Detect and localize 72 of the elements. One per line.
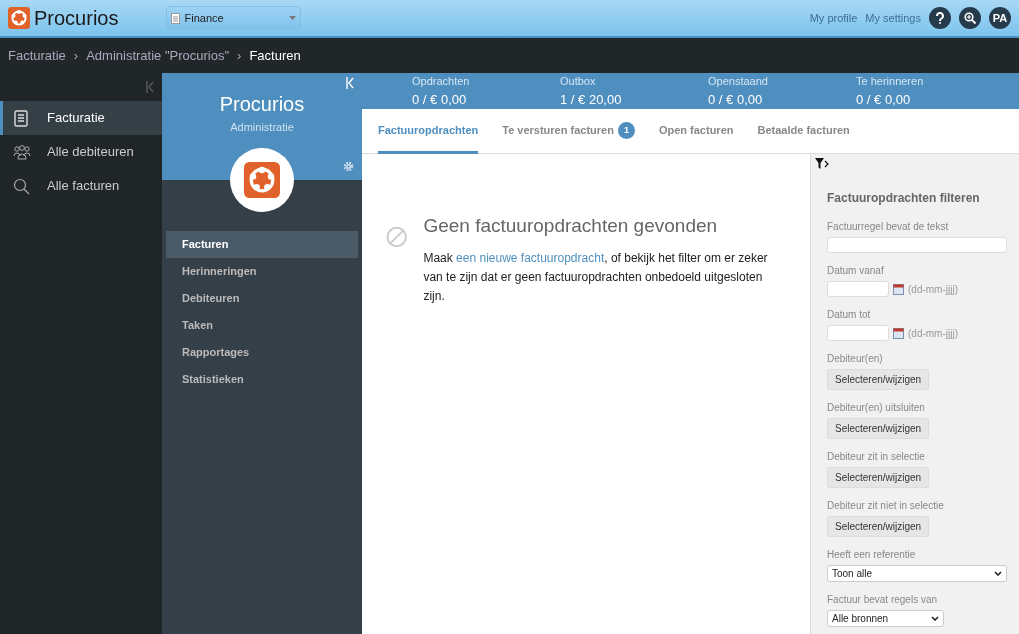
count-badge: 1 bbox=[617, 121, 635, 139]
calendar-icon[interactable] bbox=[893, 327, 904, 339]
select-field[interactable]: Toon alle bbox=[827, 565, 1007, 582]
tab[interactable]: Te versturen facturen 1 bbox=[502, 109, 635, 154]
field-label: Factuur bevat regels van bbox=[827, 593, 939, 607]
select-button[interactable]: Selecteren/wijzigen bbox=[827, 516, 930, 537]
help-button[interactable] bbox=[929, 7, 951, 29]
document-icon bbox=[13, 109, 31, 127]
avatar-button[interactable]: PA bbox=[989, 7, 1011, 29]
help-icon bbox=[935, 12, 945, 24]
stat-label: Te herinneren bbox=[856, 74, 925, 89]
select-field[interactable]: Alle bronnen bbox=[827, 610, 944, 627]
panel-nav-item[interactable]: Rapportages bbox=[166, 339, 358, 366]
tab[interactable]: Betaalde facturen bbox=[757, 109, 850, 154]
field-label: Heeft een referentie bbox=[827, 548, 917, 562]
breadcrumb-link[interactable]: Administratie "Procurios" bbox=[86, 45, 230, 66]
caret-icon bbox=[289, 16, 297, 20]
search-icon bbox=[13, 177, 31, 195]
sidebar-item[interactable]: Alle debiteuren bbox=[0, 135, 162, 169]
filter-title: Factuuropdrachten filteren bbox=[827, 190, 981, 207]
sidebar-item[interactable]: Alle facturen bbox=[0, 169, 162, 203]
tab[interactable]: Factuuropdrachten bbox=[378, 109, 479, 154]
breadcrumb-current: Facturen bbox=[249, 46, 301, 65]
stat-value: 0 / € 0,00 bbox=[856, 90, 912, 109]
stat-label: Opdrachten bbox=[412, 74, 471, 89]
field-label: Debiteur(en) uitsluiten bbox=[827, 401, 926, 415]
stat-value: 0 / € 0,00 bbox=[708, 90, 764, 109]
calendar-icon[interactable] bbox=[893, 283, 904, 295]
sidebar-item[interactable]: Facturatie bbox=[0, 101, 162, 135]
collapse-icon[interactable] bbox=[146, 81, 154, 93]
date-format-hint: (dd-mm-jjjj) bbox=[908, 282, 958, 297]
text-field[interactable] bbox=[827, 237, 1007, 253]
date-field[interactable] bbox=[827, 325, 889, 341]
select-button[interactable]: Selecteren/wijzigen bbox=[827, 467, 930, 488]
select-button[interactable]: Selecteren/wijzigen bbox=[827, 418, 930, 439]
panel-nav-item[interactable]: Herinneringen bbox=[166, 258, 358, 285]
people-icon bbox=[13, 143, 31, 161]
field-label: Debiteur zit in selectie bbox=[827, 450, 926, 464]
field-label: Datum tot bbox=[827, 308, 872, 322]
field-label: Debiteur(en) bbox=[827, 352, 884, 366]
stat-value: 1 / € 20,00 bbox=[560, 90, 623, 109]
empty-title: Geen factuuropdrachten gevonden bbox=[423, 214, 719, 238]
filter-collapse-icon[interactable] bbox=[815, 158, 829, 170]
brand-name: Procurios bbox=[34, 6, 119, 31]
logo-icon bbox=[244, 162, 280, 198]
empty-message: Maak een nieuwe factuuropdracht, of bekijk het filter om er zeker van te zijn dat er geen factuuropdrachten onbedoeld uitgesloten zijn. bbox=[423, 249, 769, 305]
date-field[interactable] bbox=[827, 281, 889, 297]
field-label: Debiteur zit niet in selectie bbox=[827, 499, 945, 513]
logo-icon bbox=[8, 7, 30, 29]
tab[interactable]: Open facturen bbox=[658, 109, 734, 154]
panel-nav-item[interactable]: Facturen bbox=[166, 231, 358, 258]
stat-value: 0 / € 0,00 bbox=[412, 90, 468, 109]
workspace-dropdown[interactable]: Finance bbox=[166, 6, 302, 30]
panel-subtitle: Administratie bbox=[230, 120, 294, 135]
select-button[interactable]: Selecteren/wijzigen bbox=[827, 369, 930, 390]
breadcrumb-separator: › bbox=[73, 46, 79, 65]
panel-nav-item[interactable]: Statistieken bbox=[166, 366, 358, 393]
zoom-icon bbox=[964, 12, 976, 24]
field-label: Factuurregel bevat de tekst bbox=[827, 220, 950, 234]
panel-title: Procurios bbox=[219, 92, 305, 117]
date-format-hint: (dd-mm-jjjj) bbox=[908, 326, 958, 341]
stat-label: Outbox bbox=[560, 74, 597, 89]
stat-label: Openstaand bbox=[708, 74, 769, 89]
breadcrumb-link[interactable]: Facturatie bbox=[8, 45, 66, 66]
panel-nav-item[interactable]: Taken bbox=[166, 312, 358, 339]
chevron-icon bbox=[994, 571, 1002, 576]
zoom-button[interactable] bbox=[959, 7, 981, 29]
panel-nav-item[interactable]: Debiteuren bbox=[166, 285, 358, 312]
breadcrumb-separator: › bbox=[237, 46, 242, 65]
chevron-icon bbox=[931, 616, 939, 621]
document-icon bbox=[171, 12, 181, 24]
field-label: Datum vanaf bbox=[827, 264, 885, 278]
